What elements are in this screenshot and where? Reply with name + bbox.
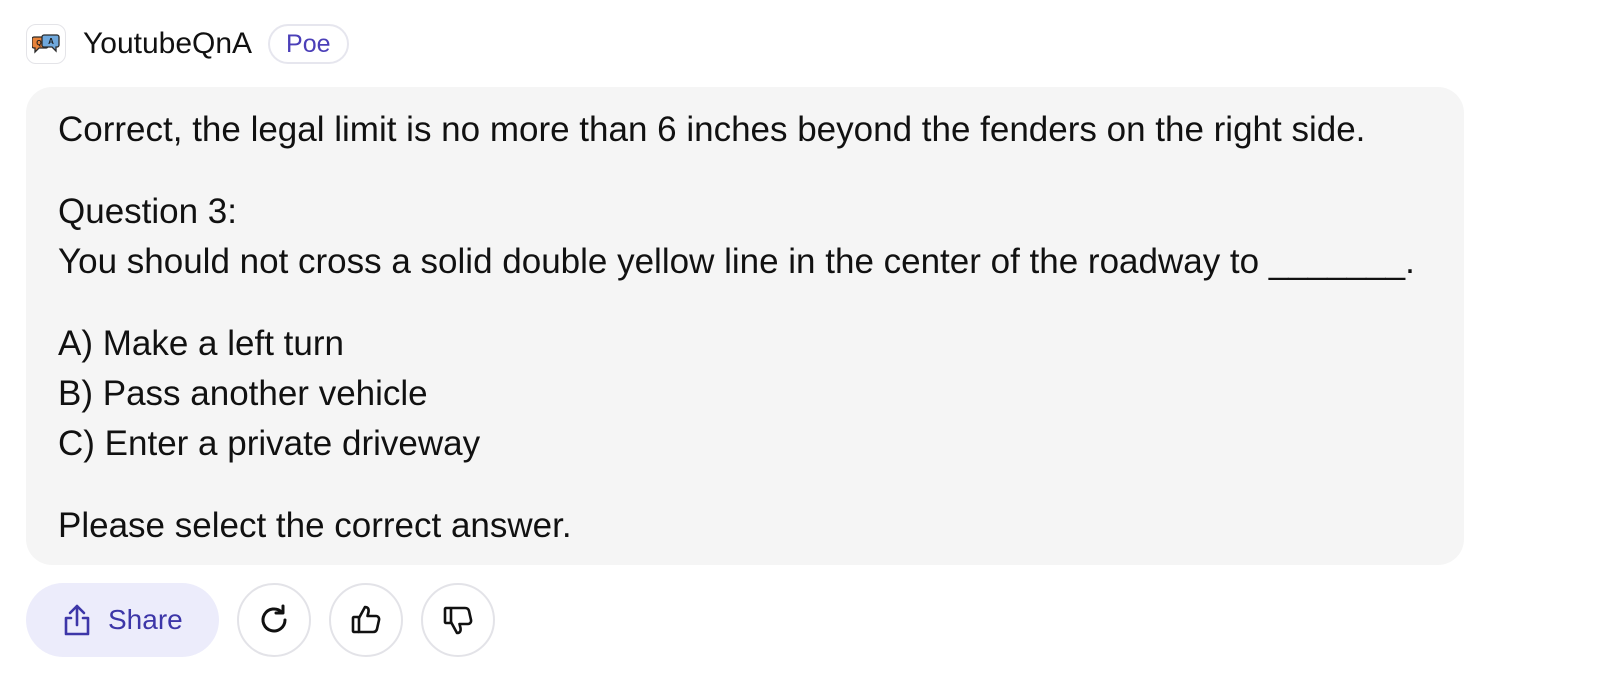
message-actions: Share (26, 583, 495, 657)
thumbs-down-icon (443, 606, 473, 635)
answer-prompt: Please select the correct answer. (58, 506, 572, 545)
svg-text:Q: Q (36, 40, 42, 47)
question-text: You should not cross a solid double yell… (58, 242, 1415, 281)
question-heading: Question 3: (58, 192, 237, 231)
thumbs-up-icon (351, 605, 381, 634)
dislike-button[interactable] (421, 583, 495, 657)
answer-option-a: A) Make a left turn (58, 324, 344, 363)
answer-option-b: B) Pass another vehicle (58, 374, 428, 413)
share-button[interactable]: Share (26, 583, 219, 657)
share-icon (64, 604, 90, 636)
bot-name[interactable]: YoutubeQnA (83, 27, 252, 61)
poe-badge[interactable]: Poe (268, 24, 349, 64)
bot-header: A Q YoutubeQnA Poe (26, 22, 349, 66)
svg-text:A: A (48, 37, 54, 46)
chat-bubbles-icon: A Q (32, 34, 60, 54)
share-label: Share (108, 604, 183, 635)
retry-button[interactable] (237, 583, 311, 657)
message-feedback-text: Correct, the legal limit is no more than… (58, 110, 1366, 149)
like-button[interactable] (329, 583, 403, 657)
retry-icon (261, 604, 287, 633)
bot-message-bubble: Correct, the legal limit is no more than… (26, 87, 1464, 565)
bot-avatar[interactable]: A Q (26, 24, 66, 64)
answer-option-c: C) Enter a private driveway (58, 424, 481, 463)
